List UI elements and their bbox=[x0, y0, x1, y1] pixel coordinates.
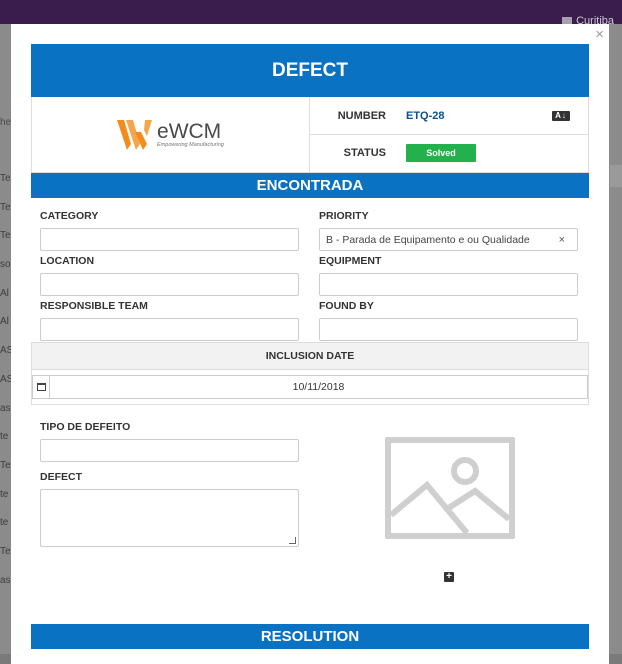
responsible-team-field: RESPONSIBLE TEAM bbox=[40, 300, 299, 341]
image-placeholder-icon bbox=[385, 437, 515, 539]
calendar-button[interactable] bbox=[32, 375, 50, 399]
calendar-icon bbox=[36, 383, 46, 391]
logo-tagline: Empowering Manufacturing bbox=[157, 141, 224, 148]
category-input[interactable] bbox=[40, 228, 299, 251]
inclusion-date-panel: INCLUSION DATE 10/11/2018 bbox=[31, 342, 589, 405]
defect-details: TIPO DE DEFEITO DEFECT + bbox=[31, 405, 589, 624]
section-resolution: RESOLUTION bbox=[31, 624, 589, 649]
equipment-field: EQUIPMENT bbox=[319, 255, 578, 296]
form-title: DEFECT bbox=[31, 44, 589, 97]
ewcm-logo: eWCM Empowering Manufacturing bbox=[117, 118, 224, 152]
tipo-de-defeito-input[interactable] bbox=[40, 439, 299, 462]
number-value: ETQ-28 bbox=[406, 109, 445, 122]
found-by-field: FOUND BY bbox=[319, 300, 578, 341]
location-label: LOCATION bbox=[40, 255, 95, 267]
logo-cell: eWCM Empowering Manufacturing bbox=[32, 97, 310, 172]
defect-label: DEFECT bbox=[40, 471, 82, 483]
equipment-label: EQUIPMENT bbox=[319, 255, 382, 267]
sort-icon[interactable]: A↓ bbox=[552, 110, 570, 121]
resize-handle-icon[interactable] bbox=[289, 537, 296, 544]
defect-field: DEFECT bbox=[40, 471, 299, 547]
inclusion-date-label: INCLUSION DATE bbox=[32, 343, 588, 370]
found-by-input[interactable] bbox=[319, 318, 578, 341]
found-fields: CATEGORY PRIORITY B - Parada de Equipame… bbox=[31, 198, 589, 342]
tipo-de-defeito-field: TIPO DE DEFEITO bbox=[40, 421, 299, 462]
equipment-input[interactable] bbox=[319, 273, 578, 296]
status-badge: Solved bbox=[406, 144, 476, 162]
responsible-team-label: RESPONSIBLE TEAM bbox=[40, 300, 148, 312]
app-topbar: Curitiba bbox=[0, 0, 622, 27]
add-image-button[interactable]: + bbox=[444, 572, 454, 582]
priority-select[interactable]: B - Parada de Equipamento e ou Qualidade… bbox=[319, 228, 578, 251]
form-header: eWCM Empowering Manufacturing NUMBER ETQ… bbox=[31, 97, 589, 173]
ewcm-logo-mark-icon bbox=[117, 119, 153, 150]
logo-brand: eWCM bbox=[157, 119, 222, 143]
status-label: STATUS bbox=[343, 147, 386, 159]
inclusion-date-input[interactable]: 10/11/2018 bbox=[50, 375, 588, 399]
priority-label: PRIORITY bbox=[319, 210, 369, 222]
found-by-label: FOUND BY bbox=[319, 300, 374, 312]
status-row: STATUS Solved bbox=[310, 134, 588, 171]
defect-form: DEFECT eWCM Empowering Manufacturing NUM… bbox=[31, 44, 589, 649]
location-input[interactable] bbox=[40, 273, 299, 296]
tipo-de-defeito-label: TIPO DE DEFEITO bbox=[40, 421, 131, 433]
category-field: CATEGORY bbox=[40, 210, 299, 251]
responsible-team-input[interactable] bbox=[40, 318, 299, 341]
defect-modal: × DEFECT eWCM Empowering Manufacturing N… bbox=[11, 24, 609, 664]
priority-field: PRIORITY B - Parada de Equipamento e ou … bbox=[319, 210, 578, 251]
priority-chip: B - Parada de Equipamento e ou Qualidade bbox=[326, 233, 530, 246]
close-icon[interactable]: × bbox=[595, 26, 604, 43]
category-label: CATEGORY bbox=[40, 210, 99, 222]
meta-cell: NUMBER ETQ-28 A↓ STATUS Solved bbox=[310, 97, 588, 172]
location-field: LOCATION bbox=[40, 255, 299, 296]
background-search-fragment: he bbox=[0, 117, 12, 128]
remove-chip-icon[interactable]: × bbox=[559, 234, 565, 246]
section-encontrada: ENCONTRADA bbox=[31, 173, 589, 198]
defect-textarea[interactable] bbox=[40, 489, 299, 547]
number-label: NUMBER bbox=[337, 109, 386, 122]
number-row: NUMBER ETQ-28 A↓ bbox=[310, 97, 588, 134]
background-scroll-stub bbox=[610, 165, 622, 187]
